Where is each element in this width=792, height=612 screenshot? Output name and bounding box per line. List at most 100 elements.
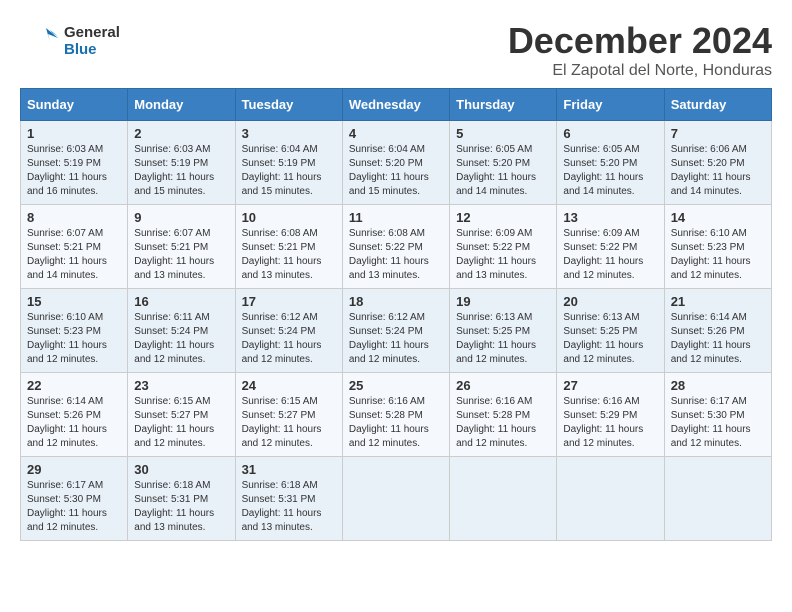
calendar-cell: 11 Sunrise: 6:08 AM Sunset: 5:22 PM Dayl… [342,205,449,289]
location: El Zapotal del Norte, Honduras [508,62,772,80]
logo-container: General Blue [20,20,120,62]
week-row-5: 29 Sunrise: 6:17 AM Sunset: 5:30 PM Dayl… [21,457,772,541]
day-number: 17 [242,294,336,309]
day-number: 9 [134,210,228,225]
cell-info: Sunrise: 6:17 AM Sunset: 5:30 PM Dayligh… [671,395,765,451]
day-number: 27 [563,378,657,393]
day-number: 25 [349,378,443,393]
calendar-cell: 18 Sunrise: 6:12 AM Sunset: 5:24 PM Dayl… [342,289,449,373]
page-header: General Blue December 2024 El Zapotal de… [20,20,772,80]
day-number: 20 [563,294,657,309]
calendar-body: 1 Sunrise: 6:03 AM Sunset: 5:19 PM Dayli… [21,121,772,541]
day-number: 4 [349,126,443,141]
calendar-cell: 14 Sunrise: 6:10 AM Sunset: 5:23 PM Dayl… [664,205,771,289]
calendar-cell: 17 Sunrise: 6:12 AM Sunset: 5:24 PM Dayl… [235,289,342,373]
calendar-cell: 26 Sunrise: 6:16 AM Sunset: 5:28 PM Dayl… [450,373,557,457]
cell-info: Sunrise: 6:14 AM Sunset: 5:26 PM Dayligh… [27,395,121,451]
calendar-cell: 21 Sunrise: 6:14 AM Sunset: 5:26 PM Dayl… [664,289,771,373]
day-number: 3 [242,126,336,141]
day-number: 2 [134,126,228,141]
day-number: 26 [456,378,550,393]
logo-bird-icon [20,20,62,62]
calendar-cell: 7 Sunrise: 6:06 AM Sunset: 5:20 PM Dayli… [664,121,771,205]
calendar-cell: 8 Sunrise: 6:07 AM Sunset: 5:21 PM Dayli… [21,205,128,289]
cell-info: Sunrise: 6:16 AM Sunset: 5:29 PM Dayligh… [563,395,657,451]
header-cell-tuesday: Tuesday [235,89,342,121]
logo-blue: Blue [64,41,120,58]
calendar-cell: 5 Sunrise: 6:05 AM Sunset: 5:20 PM Dayli… [450,121,557,205]
day-number: 18 [349,294,443,309]
day-number: 5 [456,126,550,141]
header-cell-saturday: Saturday [664,89,771,121]
calendar-cell: 27 Sunrise: 6:16 AM Sunset: 5:29 PM Dayl… [557,373,664,457]
calendar-cell: 16 Sunrise: 6:11 AM Sunset: 5:24 PM Dayl… [128,289,235,373]
calendar-cell: 13 Sunrise: 6:09 AM Sunset: 5:22 PM Dayl… [557,205,664,289]
day-number: 1 [27,126,121,141]
logo-general: General [64,24,120,41]
cell-info: Sunrise: 6:15 AM Sunset: 5:27 PM Dayligh… [134,395,228,451]
calendar-cell [450,457,557,541]
day-number: 6 [563,126,657,141]
cell-info: Sunrise: 6:10 AM Sunset: 5:23 PM Dayligh… [671,227,765,283]
day-number: 19 [456,294,550,309]
cell-info: Sunrise: 6:08 AM Sunset: 5:21 PM Dayligh… [242,227,336,283]
calendar-cell: 23 Sunrise: 6:15 AM Sunset: 5:27 PM Dayl… [128,373,235,457]
day-number: 21 [671,294,765,309]
cell-info: Sunrise: 6:03 AM Sunset: 5:19 PM Dayligh… [27,143,121,199]
cell-info: Sunrise: 6:09 AM Sunset: 5:22 PM Dayligh… [563,227,657,283]
cell-info: Sunrise: 6:17 AM Sunset: 5:30 PM Dayligh… [27,479,121,535]
calendar-cell: 29 Sunrise: 6:17 AM Sunset: 5:30 PM Dayl… [21,457,128,541]
cell-info: Sunrise: 6:04 AM Sunset: 5:19 PM Dayligh… [242,143,336,199]
day-number: 15 [27,294,121,309]
calendar-cell: 19 Sunrise: 6:13 AM Sunset: 5:25 PM Dayl… [450,289,557,373]
cell-info: Sunrise: 6:15 AM Sunset: 5:27 PM Dayligh… [242,395,336,451]
day-number: 11 [349,210,443,225]
calendar-cell: 6 Sunrise: 6:05 AM Sunset: 5:20 PM Dayli… [557,121,664,205]
header-cell-sunday: Sunday [21,89,128,121]
day-number: 16 [134,294,228,309]
calendar-cell: 2 Sunrise: 6:03 AM Sunset: 5:19 PM Dayli… [128,121,235,205]
calendar-cell: 4 Sunrise: 6:04 AM Sunset: 5:20 PM Dayli… [342,121,449,205]
calendar-table: SundayMondayTuesdayWednesdayThursdayFrid… [20,88,772,541]
week-row-4: 22 Sunrise: 6:14 AM Sunset: 5:26 PM Dayl… [21,373,772,457]
day-number: 10 [242,210,336,225]
week-row-2: 8 Sunrise: 6:07 AM Sunset: 5:21 PM Dayli… [21,205,772,289]
month-title: December 2024 [508,20,772,62]
week-row-3: 15 Sunrise: 6:10 AM Sunset: 5:23 PM Dayl… [21,289,772,373]
day-number: 28 [671,378,765,393]
cell-info: Sunrise: 6:07 AM Sunset: 5:21 PM Dayligh… [134,227,228,283]
header-cell-friday: Friday [557,89,664,121]
cell-info: Sunrise: 6:13 AM Sunset: 5:25 PM Dayligh… [563,311,657,367]
cell-info: Sunrise: 6:09 AM Sunset: 5:22 PM Dayligh… [456,227,550,283]
cell-info: Sunrise: 6:10 AM Sunset: 5:23 PM Dayligh… [27,311,121,367]
day-number: 8 [27,210,121,225]
calendar-cell [557,457,664,541]
cell-info: Sunrise: 6:03 AM Sunset: 5:19 PM Dayligh… [134,143,228,199]
cell-info: Sunrise: 6:12 AM Sunset: 5:24 PM Dayligh… [349,311,443,367]
header-cell-thursday: Thursday [450,89,557,121]
calendar-cell: 3 Sunrise: 6:04 AM Sunset: 5:19 PM Dayli… [235,121,342,205]
day-number: 7 [671,126,765,141]
title-block: December 2024 El Zapotal del Norte, Hond… [508,20,772,80]
calendar-cell: 1 Sunrise: 6:03 AM Sunset: 5:19 PM Dayli… [21,121,128,205]
calendar-cell: 24 Sunrise: 6:15 AM Sunset: 5:27 PM Dayl… [235,373,342,457]
calendar-cell [664,457,771,541]
header-cell-monday: Monday [128,89,235,121]
calendar-header: SundayMondayTuesdayWednesdayThursdayFrid… [21,89,772,121]
logo-text: General Blue [64,24,120,59]
day-number: 14 [671,210,765,225]
calendar-cell: 30 Sunrise: 6:18 AM Sunset: 5:31 PM Dayl… [128,457,235,541]
day-number: 22 [27,378,121,393]
cell-info: Sunrise: 6:11 AM Sunset: 5:24 PM Dayligh… [134,311,228,367]
calendar-cell: 12 Sunrise: 6:09 AM Sunset: 5:22 PM Dayl… [450,205,557,289]
day-number: 12 [456,210,550,225]
cell-info: Sunrise: 6:18 AM Sunset: 5:31 PM Dayligh… [134,479,228,535]
day-number: 13 [563,210,657,225]
cell-info: Sunrise: 6:06 AM Sunset: 5:20 PM Dayligh… [671,143,765,199]
calendar-cell: 31 Sunrise: 6:18 AM Sunset: 5:31 PM Dayl… [235,457,342,541]
cell-info: Sunrise: 6:16 AM Sunset: 5:28 PM Dayligh… [349,395,443,451]
cell-info: Sunrise: 6:05 AM Sunset: 5:20 PM Dayligh… [456,143,550,199]
cell-info: Sunrise: 6:18 AM Sunset: 5:31 PM Dayligh… [242,479,336,535]
week-row-1: 1 Sunrise: 6:03 AM Sunset: 5:19 PM Dayli… [21,121,772,205]
cell-info: Sunrise: 6:08 AM Sunset: 5:22 PM Dayligh… [349,227,443,283]
